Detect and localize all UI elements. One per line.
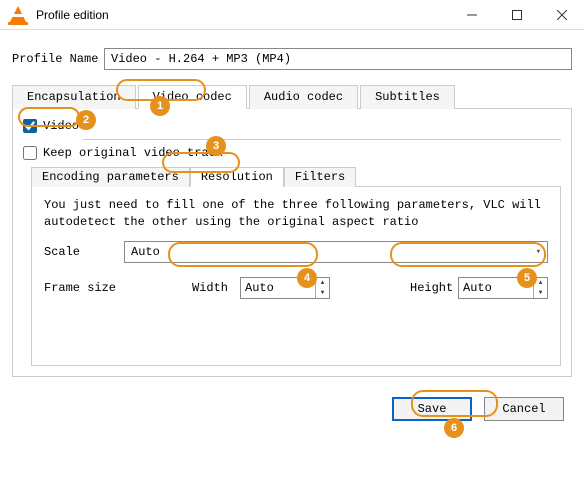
- cancel-button[interactable]: Cancel: [484, 397, 564, 421]
- maximize-button[interactable]: [494, 0, 539, 30]
- window-title: Profile edition: [36, 8, 449, 22]
- tab-encapsulation[interactable]: Encapsulation: [12, 85, 136, 109]
- width-value: Auto: [245, 281, 274, 295]
- tab-video-codec[interactable]: Video codec: [138, 85, 247, 109]
- keep-original-checkbox[interactable]: [23, 146, 37, 160]
- width-label: Width: [192, 281, 236, 295]
- video-checkbox-label: Video: [43, 119, 79, 133]
- titlebar: Profile edition: [0, 0, 584, 30]
- profile-name-label: Profile Name: [12, 52, 104, 66]
- sub-tabs: Encoding parameters Resolution Filters: [31, 166, 561, 186]
- width-up-icon[interactable]: ▲: [316, 278, 329, 288]
- save-button[interactable]: Save: [392, 397, 472, 421]
- main-tabs: Encapsulation Video codec Audio codec Su…: [12, 84, 572, 109]
- video-checkbox-row[interactable]: Video: [23, 119, 561, 133]
- tab-subtitles[interactable]: Subtitles: [360, 85, 455, 109]
- chevron-down-icon: ▾: [536, 247, 541, 257]
- subtab-filters[interactable]: Filters: [284, 167, 356, 187]
- subtab-encoding-parameters[interactable]: Encoding parameters: [31, 167, 190, 187]
- height-value: Auto: [463, 281, 492, 295]
- scale-value: Auto: [131, 245, 160, 259]
- subtab-resolution[interactable]: Resolution: [190, 167, 284, 187]
- keep-original-row[interactable]: Keep original video track: [23, 146, 561, 160]
- height-label: Height: [410, 281, 454, 295]
- height-up-icon[interactable]: ▲: [534, 278, 547, 288]
- profile-name-input[interactable]: [104, 48, 572, 70]
- video-checkbox[interactable]: [23, 119, 37, 133]
- help-text: You just need to fill one of the three f…: [44, 197, 548, 231]
- keep-original-label: Keep original video track: [43, 146, 223, 160]
- vlc-icon: [6, 3, 30, 27]
- height-down-icon[interactable]: ▼: [534, 288, 547, 298]
- width-spin[interactable]: Auto ▲▼: [240, 277, 330, 299]
- scale-combo[interactable]: Auto ▾: [124, 241, 548, 263]
- tab-audio-codec[interactable]: Audio codec: [249, 85, 358, 109]
- width-down-icon[interactable]: ▼: [316, 288, 329, 298]
- close-button[interactable]: [539, 0, 584, 30]
- frame-size-label: Frame size: [44, 281, 184, 295]
- minimize-button[interactable]: [449, 0, 494, 30]
- scale-label: Scale: [44, 245, 124, 259]
- height-spin[interactable]: Auto ▲▼: [458, 277, 548, 299]
